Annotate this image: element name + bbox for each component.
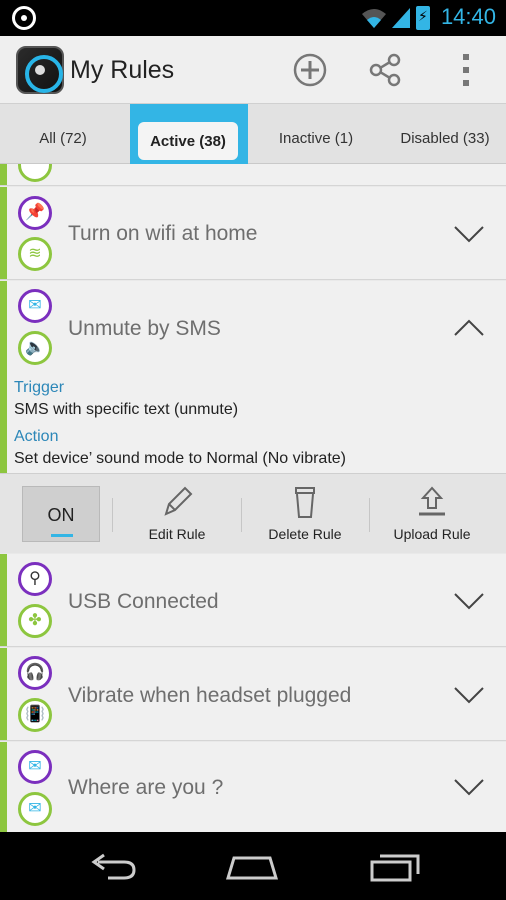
tab-active-label: Active (38) [138, 122, 238, 160]
on-toggle-button[interactable]: ON [22, 486, 100, 542]
rule-name: Where are you ? [68, 776, 224, 799]
recent-apps-icon[interactable] [364, 852, 424, 882]
list-item[interactable]: 📌 ≋ Turn on wifi at home [0, 187, 506, 280]
list-item[interactable]: 🎧 📳 Vibrate when headset plugged [0, 648, 506, 741]
rule-status-bar [0, 164, 7, 185]
upload-icon [419, 486, 445, 516]
pencil-icon [164, 486, 193, 516]
edit-rule-button[interactable]: Edit Rule [117, 484, 237, 542]
tab-disabled[interactable]: Disabled (33) [384, 104, 506, 164]
headset-icon: 🎧 [18, 656, 52, 690]
delete-rule-button[interactable]: Delete Rule [245, 484, 365, 542]
delete-rule-label: Delete Rule [268, 526, 342, 542]
wifi-status-icon [362, 9, 386, 28]
share-icon[interactable] [366, 50, 406, 90]
chevron-down-icon[interactable] [454, 778, 484, 796]
rule-list[interactable]: 📌 ≋ Turn on wifi at home ✉ 🔈 Unmute by S… [0, 164, 506, 832]
rule-actions-bar: ON Edit Rule Delete Rule Upload Rule [0, 473, 506, 553]
list-item[interactable] [0, 164, 506, 186]
tab-active[interactable]: Active (38) [130, 104, 248, 164]
chevron-down-icon[interactable] [454, 592, 484, 610]
list-item[interactable]: ✉ ✉ Where are you ? [0, 742, 506, 832]
chevron-down-icon[interactable] [454, 686, 484, 704]
sms-reply-icon: ✉ [18, 792, 52, 826]
wifi-icon: ≋ [18, 237, 52, 271]
rule-name: Vibrate when headset plugged [68, 684, 352, 707]
rule-status-bar [0, 281, 7, 473]
action-icon [18, 164, 52, 182]
speaker-icon: 🔈 [18, 331, 52, 365]
battery-icon [416, 6, 430, 30]
sms-icon: ✉ [18, 289, 52, 323]
upload-rule-label: Upload Rule [393, 526, 471, 542]
rule-status-bar [0, 187, 7, 279]
action-text: Set device’ sound mode to Normal (No vib… [14, 450, 346, 467]
edit-rule-label: Edit Rule [148, 526, 206, 542]
rule-details: Trigger SMS with specific text (unmute) … [14, 379, 346, 468]
page-title: My Rules [70, 56, 175, 84]
rule-name: Turn on wifi at home [68, 222, 258, 245]
chevron-down-icon[interactable] [454, 225, 484, 243]
rule-status-bar [0, 742, 7, 832]
pushpin-icon: 📌 [18, 196, 52, 230]
notification-icon [12, 6, 36, 30]
rule-name: Unmute by SMS [68, 317, 221, 340]
rule-name: USB Connected [68, 590, 219, 613]
navigation-bar [0, 832, 506, 900]
list-item-expanded[interactable]: ✉ 🔈 Unmute by SMS Trigger SMS with speci… [0, 281, 506, 474]
chevron-up-icon[interactable] [454, 319, 484, 337]
trigger-label: Trigger [14, 379, 65, 396]
status-time: 14:40 [440, 4, 496, 29]
rule-status-bar [0, 648, 7, 740]
tab-inactive[interactable]: Inactive (1) [252, 104, 380, 164]
upload-rule-button[interactable]: Upload Rule [372, 484, 492, 542]
apps-icon: ✤ [18, 604, 52, 638]
filter-tabs: All (72) Active (38) Inactive (1) Disabl… [0, 104, 506, 164]
vibrate-icon: 📳 [18, 698, 52, 732]
usb-icon: ⚲ [18, 562, 52, 596]
trigger-text: SMS with specific text (unmute) [14, 401, 239, 418]
overflow-menu-icon[interactable] [446, 50, 486, 90]
back-icon[interactable] [84, 852, 144, 882]
home-icon[interactable] [222, 852, 282, 882]
list-item[interactable]: ⚲ ✤ USB Connected [0, 554, 506, 647]
tab-all[interactable]: All (72) [0, 104, 126, 164]
status-bar: 14:40 [0, 0, 506, 36]
rule-status-bar [0, 554, 7, 646]
sms-icon: ✉ [18, 750, 52, 784]
action-label: Action [14, 428, 59, 445]
trash-icon [295, 487, 315, 518]
action-bar: My Rules [0, 36, 506, 104]
app-logo-icon[interactable] [16, 46, 64, 94]
signal-icon [392, 8, 410, 28]
add-rule-icon[interactable] [290, 50, 330, 90]
